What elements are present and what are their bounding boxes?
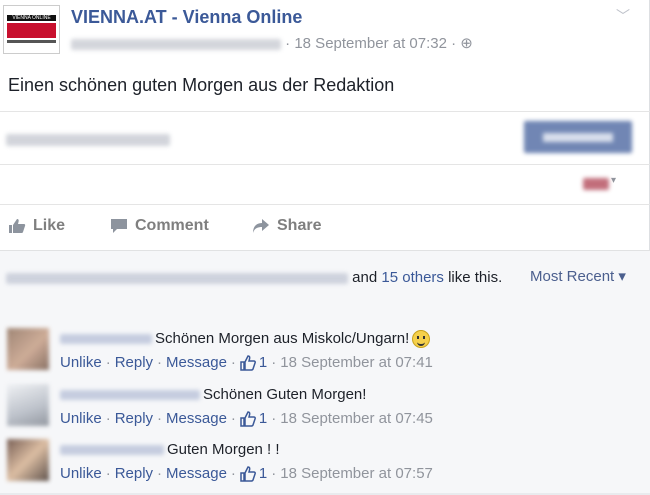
post-timestamp[interactable]: · 18 September at 07:32 · — [285, 35, 456, 52]
share-label: Share — [277, 217, 322, 234]
post-meta: · 18 September at 07:32 · ⊕ — [71, 34, 473, 52]
comment-text: Schönen Morgen aus Miskolc/Ungarn! — [155, 330, 410, 347]
blurred-author — [71, 38, 281, 50]
share-button[interactable]: Share — [252, 217, 321, 235]
post-header: VIENNA ONLINE VIENNA.AT - Vienna Online … — [0, 0, 650, 62]
smiley-emoji-icon — [412, 330, 431, 349]
comment-timestamp[interactable]: 18 September at 07:41 — [280, 354, 433, 371]
page-name-link[interactable]: VIENNA.AT - Vienna Online — [71, 7, 302, 28]
comment-text: Guten Morgen ! ! — [167, 441, 280, 458]
comment-actions: Unlike · Reply · Message · 1 · 18 September … — [60, 465, 433, 482]
logo-stripe — [7, 40, 56, 43]
message-link[interactable]: Message — [166, 465, 227, 482]
thumbs-up-icon[interactable] — [240, 465, 256, 482]
comment-label: Comment — [135, 217, 209, 234]
blurred-reach-count — [6, 134, 170, 146]
avatar[interactable] — [7, 439, 49, 481]
divider — [0, 111, 650, 112]
thumbs-up-icon — [9, 219, 26, 233]
unlike-link[interactable]: Unlike — [60, 465, 102, 482]
blurred-commenter-name[interactable] — [60, 390, 200, 401]
post-text: Einen schönen guten Morgen aus der Redak… — [8, 75, 395, 95]
thumbs-up-icon[interactable] — [240, 354, 256, 371]
comment-like-count[interactable]: 1 — [259, 410, 267, 427]
comment-timestamp[interactable]: 18 September at 07:45 — [280, 410, 433, 427]
facebook-post-card: VIENNA ONLINE VIENNA.AT - Vienna Online … — [0, 0, 650, 493]
avatar[interactable] — [7, 384, 49, 426]
caret-down-icon[interactable]: ▾ — [611, 175, 616, 186]
comment-body: Schönen Guten Morgen! — [60, 386, 366, 403]
logo-label: VIENNA ONLINE — [7, 15, 56, 21]
reply-link[interactable]: Reply — [115, 410, 153, 427]
comment-timestamp[interactable]: 18 September at 07:57 — [280, 465, 433, 482]
like-label: Like — [33, 217, 66, 234]
comment-actions: Unlike · Reply · Message · 1 · 18 September … — [60, 410, 433, 427]
page-logo[interactable]: VIENNA ONLINE — [3, 5, 60, 54]
message-link[interactable]: Message — [166, 410, 227, 427]
likes-and: and — [352, 269, 378, 286]
comment-body: Schönen Morgen aus Miskolc/Ungarn! — [60, 330, 431, 349]
like-button[interactable]: Like — [8, 217, 65, 235]
blurred-liker-names[interactable] — [6, 272, 348, 284]
share-arrow-icon — [253, 219, 269, 233]
divider — [0, 164, 650, 165]
language-flag-icon[interactable] — [583, 178, 609, 190]
comment-button[interactable]: Comment — [110, 217, 209, 235]
comment-text: Schönen Guten Morgen! — [203, 386, 367, 403]
globe-icon: ⊕ — [460, 35, 473, 52]
action-bar: Like Comment Share — [0, 213, 650, 241]
sort-comments-dropdown[interactable]: Most Recent ▾ — [530, 267, 626, 285]
comment-item: Guten Morgen ! ! Unlike · Reply · Message ·… — [0, 439, 650, 495]
reply-link[interactable]: Reply — [115, 354, 153, 371]
avatar[interactable] — [7, 328, 49, 370]
message-link[interactable]: Message — [166, 354, 227, 371]
thumbs-up-icon[interactable] — [240, 410, 256, 427]
chevron-down-icon[interactable]: ﹀ — [616, 6, 630, 26]
comment-like-count[interactable]: 1 — [259, 465, 267, 482]
unlike-link[interactable]: Unlike — [60, 410, 102, 427]
comment-actions: Unlike · Reply · Message · 1 · 18 September … — [60, 354, 433, 371]
likes-suffix: like this. — [448, 269, 503, 286]
comment-item: Schönen Guten Morgen! Unlike · Reply · Mes… — [0, 384, 650, 440]
blurred-commenter-name[interactable] — [60, 445, 164, 456]
likes-summary: and 15 others like this. — [6, 267, 506, 289]
comment-icon — [111, 219, 127, 233]
divider — [0, 204, 650, 205]
comment-like-count[interactable]: 1 — [259, 354, 267, 371]
others-link[interactable]: 15 others — [381, 269, 444, 286]
blurred-commenter-name[interactable] — [60, 334, 152, 345]
reply-link[interactable]: Reply — [115, 465, 153, 482]
comment-item: Schönen Morgen aus Miskolc/Ungarn! Unlik… — [0, 328, 650, 384]
comment-body: Guten Morgen ! ! — [60, 441, 280, 458]
boost-post-button[interactable] — [524, 121, 632, 153]
unlike-link[interactable]: Unlike — [60, 354, 102, 371]
logo-red-band — [7, 23, 56, 38]
comments-section: and 15 others like this. Most Recent ▾ S… — [0, 250, 650, 493]
